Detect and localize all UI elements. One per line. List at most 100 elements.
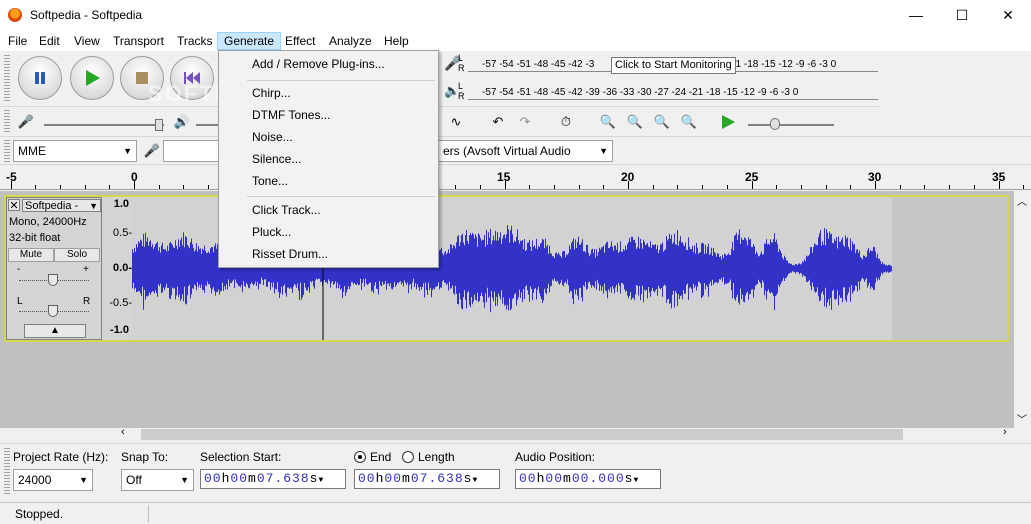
window-title: Softpedia - Softpedia [30, 8, 143, 22]
playback-volume-slider[interactable] [196, 124, 218, 126]
toolbar-grip-4[interactable] [4, 448, 10, 496]
ruler-tick [875, 181, 876, 189]
menu-item-click-track[interactable]: Click Track... [252, 203, 321, 217]
time-format-arrow-icon[interactable]: ▼ [318, 476, 324, 485]
selection-start-time[interactable]: 00h00m07.638s▼ [200, 469, 346, 489]
menu-item-pluck[interactable]: Pluck... [252, 225, 291, 239]
menu-file[interactable]: File [2, 32, 33, 50]
scale-label: -0.5- [109, 297, 132, 309]
menu-item-chirp[interactable]: Chirp... [252, 86, 291, 100]
close-button[interactable]: ✕ [985, 0, 1031, 30]
maximize-button[interactable]: ☐ [939, 0, 985, 30]
menu-tracks[interactable]: Tracks [171, 32, 219, 50]
horizontal-scroll-thumb[interactable] [141, 429, 903, 440]
pause-button[interactable] [18, 56, 62, 100]
menu-view[interactable]: View [68, 32, 106, 50]
toolbar-grip-3[interactable] [4, 140, 10, 162]
playback-device-select[interactable]: ers (Avsoft Virtual Audio ▼ [438, 140, 613, 162]
end-radio[interactable] [354, 451, 366, 463]
fit-selection-icon[interactable]: 🔍 [650, 111, 674, 133]
play-speed-slider[interactable] [748, 124, 834, 126]
zoom-out-icon[interactable]: 🔍 [623, 111, 647, 133]
scroll-left-icon[interactable]: ‹ [121, 426, 125, 438]
track-format: Mono, 24000Hz [9, 216, 87, 228]
ruler-tick [825, 185, 827, 189]
ruler-tick [553, 185, 555, 189]
undo-icon[interactable]: ↶ [486, 111, 510, 133]
play-at-speed-icon[interactable] [716, 111, 740, 133]
gain-plus-label: + [83, 264, 89, 275]
close-track-icon[interactable]: ✕ [8, 199, 20, 212]
gain-thumb[interactable] [48, 274, 58, 286]
audacity-app-icon [8, 8, 22, 22]
menu-generate[interactable]: Generate [217, 32, 282, 50]
record-volume-slider[interactable] [44, 124, 164, 126]
audio-host-select[interactable]: MME ▼ [13, 140, 137, 162]
snap-to-value: Off [126, 473, 142, 487]
menu-help[interactable]: Help [378, 32, 415, 50]
menu-item-dtmf[interactable]: DTMF Tones... [252, 108, 330, 122]
playback-meter-scale[interactable]: -57 -54 -51 -48 -45 -42 -39 -36 -33 -30 … [482, 87, 798, 98]
chevron-down-icon: ▼ [123, 146, 132, 156]
device-toolbar: MME ▼ 🎤 ers (Avsoft Virtual Audio ▼ [0, 137, 1031, 165]
ruler-tick [84, 185, 86, 189]
menu-transport[interactable]: Transport [107, 32, 170, 50]
menu-analyze[interactable]: Analyze [323, 32, 378, 50]
menu-item-risset-drum[interactable]: Risset Drum... [252, 247, 328, 261]
project-rate-select[interactable]: 24000 ▼ [13, 469, 93, 491]
ruler-tick [35, 185, 37, 189]
zoom-in-icon[interactable]: 🔍 [596, 111, 620, 133]
recording-device-select[interactable] [163, 140, 223, 162]
length-label[interactable]: Length [418, 450, 455, 464]
menu-item-tone[interactable]: Tone... [252, 174, 288, 188]
play-speed-thumb[interactable] [770, 118, 780, 130]
time-format-arrow-icon[interactable]: ▼ [633, 476, 639, 485]
menu-effect[interactable]: Effect [279, 32, 321, 50]
audio-position-time[interactable]: 00h00m00.000s▼ [515, 469, 661, 489]
vertical-scrollbar[interactable]: ︿ ﹀ [1014, 191, 1031, 428]
timeline-ruler[interactable]: -5 0 15 20 25 30 35 [0, 166, 1031, 190]
end-label[interactable]: End [370, 450, 391, 464]
mute-button[interactable]: Mute [8, 248, 54, 262]
menu-edit[interactable]: Edit [33, 32, 66, 50]
track-name-menu[interactable]: Softpedia - ▼ [22, 199, 101, 212]
scroll-down-icon[interactable]: ﹀ [1017, 411, 1027, 426]
selection-start-label: Selection Start: [200, 450, 282, 464]
record-meter-scale[interactable]: -57 -54 -51 -48 -45 -42 -3 [482, 59, 594, 70]
menu-separator [247, 80, 435, 81]
snap-to-select[interactable]: Off ▼ [121, 469, 194, 491]
record-volume-thumb[interactable] [155, 119, 163, 131]
play-button[interactable] [70, 56, 114, 100]
toolbar-grip[interactable] [4, 55, 10, 103]
timer-icon[interactable]: ⏱ [554, 111, 578, 133]
horizontal-scrollbar[interactable]: ‹ › [121, 426, 1014, 441]
track-bitdepth: 32-bit float [9, 232, 61, 244]
scroll-up-icon[interactable]: ︿ [1017, 193, 1027, 208]
gain-minus-label: - [17, 264, 21, 275]
selection-end-time[interactable]: 00h00m07.638s▼ [354, 469, 500, 489]
menu-item-add-remove-plugins[interactable]: Add / Remove Plug-ins... [252, 57, 385, 71]
ruler-tick [578, 185, 580, 189]
solo-button[interactable]: Solo [54, 248, 100, 262]
menu-item-noise[interactable]: Noise... [252, 130, 293, 144]
collapse-track-button[interactable]: ▲ [24, 324, 86, 338]
ruler-tick [455, 185, 457, 189]
draw-tool-icon[interactable]: ∿ [444, 111, 468, 133]
record-meter-scale-right[interactable]: 21 -18 -15 -12 -9 -6 -3 0 [730, 59, 836, 70]
time-format-arrow-icon[interactable]: ▼ [472, 476, 478, 485]
ruler-tick [949, 185, 951, 189]
mixer-edit-toolbar: 🎤 🔊 ∿ ↶ ↷ ⏱ 🔍 🔍 🔍 🔍 [0, 107, 1031, 137]
ruler-tick [504, 181, 506, 189]
scroll-right-icon[interactable]: › [1003, 426, 1007, 438]
vertical-amplitude-scale[interactable]: 1.0 0.5- 0.0- -0.5- -1.0 [102, 197, 132, 340]
length-radio[interactable] [402, 451, 414, 463]
menu-bar: File Edit View Transport Tracks Generate… [0, 30, 1031, 51]
toolbar-grip-2[interactable] [4, 110, 10, 134]
pan-thumb[interactable] [48, 305, 58, 317]
redo-icon[interactable]: ↷ [513, 111, 537, 133]
ruler-tick [158, 185, 160, 189]
minimize-button[interactable]: — [893, 0, 939, 30]
fit-project-icon[interactable]: 🔍 [677, 111, 701, 133]
pan-right-label: R [83, 296, 91, 307]
menu-item-silence[interactable]: Silence... [252, 152, 301, 166]
